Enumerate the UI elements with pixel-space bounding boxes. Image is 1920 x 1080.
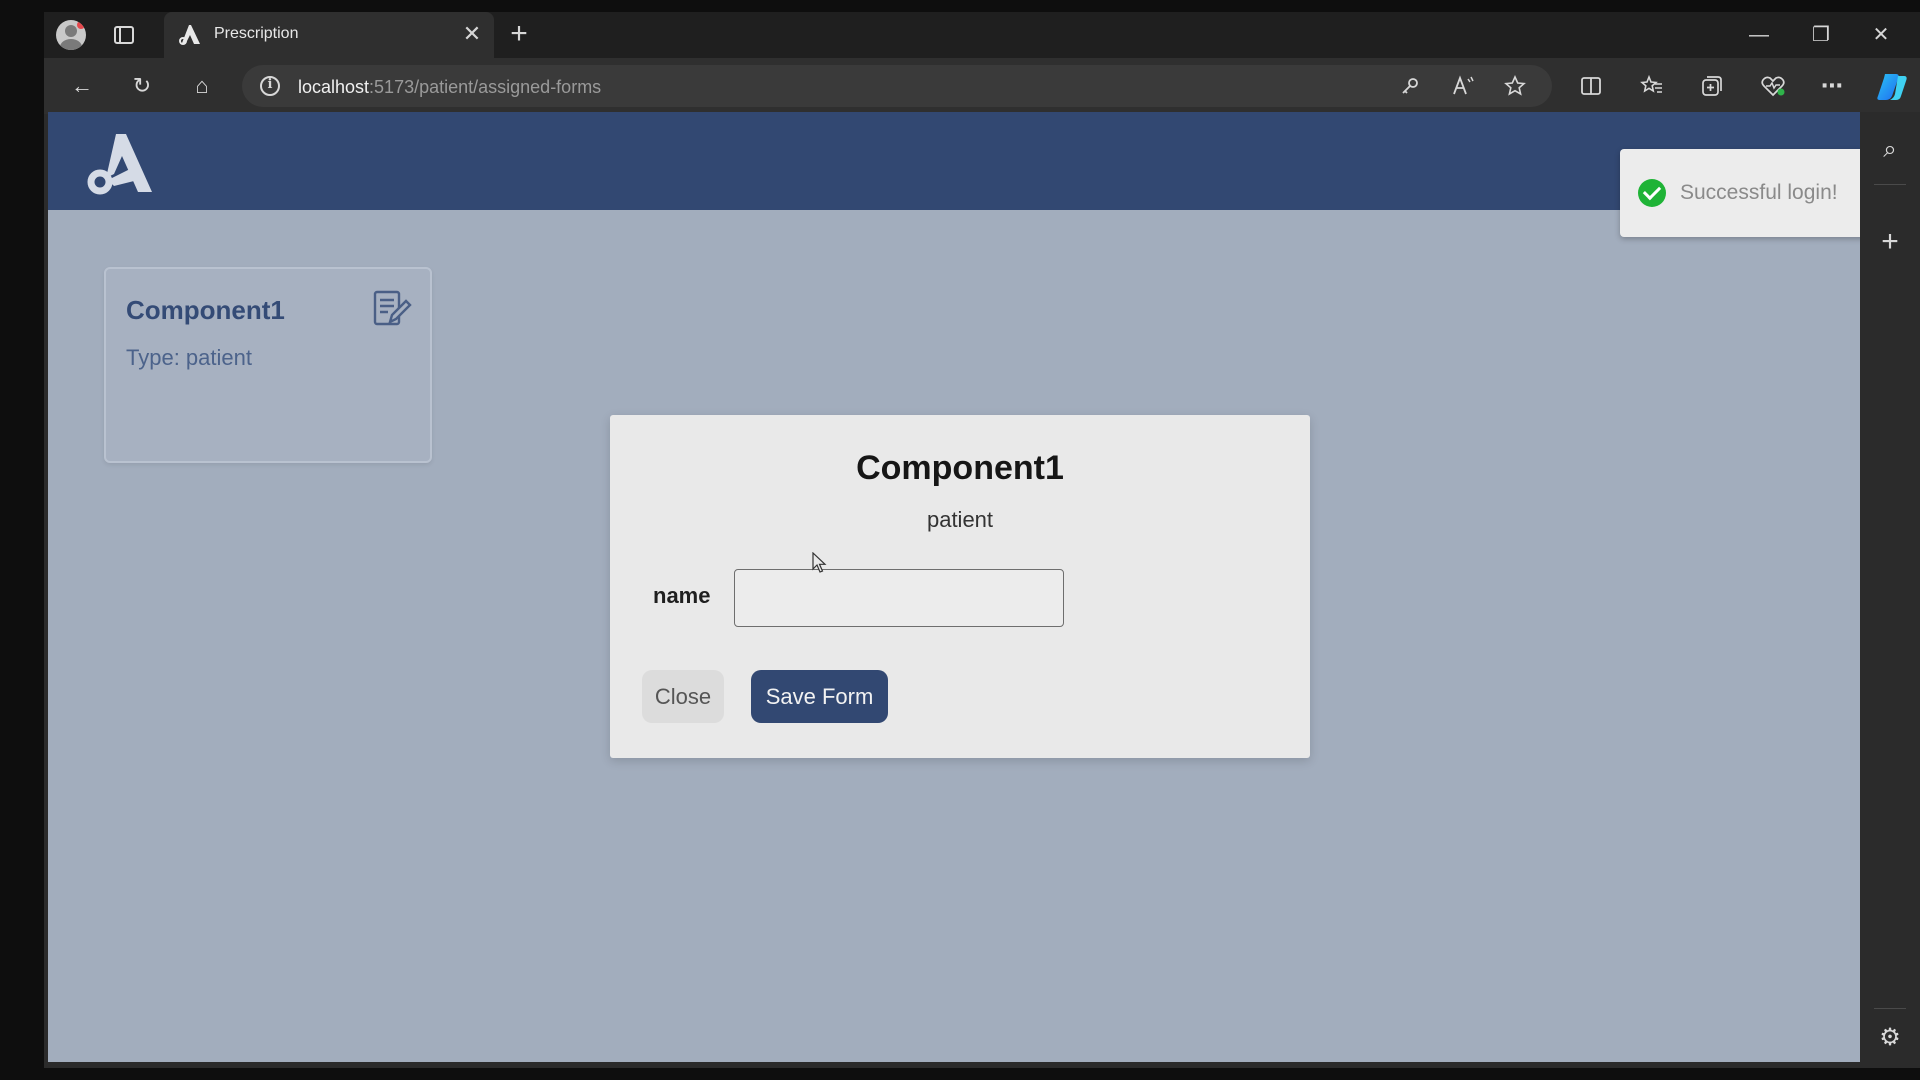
notification-dot <box>77 21 85 29</box>
tab-title: Prescription <box>214 25 299 42</box>
modal-subtitle: patient <box>926 507 994 532</box>
name-input[interactable] <box>734 569 1064 627</box>
home-button[interactable]: ⌂ <box>188 72 216 100</box>
key-icon[interactable] <box>1400 76 1420 96</box>
split-screen-icon[interactable] <box>1580 75 1602 97</box>
sidebar-divider <box>1874 184 1906 185</box>
card-title: Component1 <box>126 295 285 325</box>
tab-actions-icon[interactable] <box>114 26 134 44</box>
url-host: localhost <box>298 77 370 97</box>
success-check-icon <box>1638 179 1666 207</box>
address-bar[interactable]: localhost:5173/patient/assigned-forms <box>242 65 1552 107</box>
tab-close-icon[interactable]: ✕ <box>460 22 484 46</box>
collections-icon[interactable] <box>1700 74 1724 98</box>
sidebar-settings-icon[interactable]: ⚙ <box>1876 1024 1904 1052</box>
mouse-cursor-icon <box>812 552 827 573</box>
app-favicon-icon <box>179 25 200 45</box>
tab-prescription[interactable]: Prescription ✕ <box>164 12 494 58</box>
browser-window: Prescription ✕ + — ❐ ✕ ← ↻ ⌂ localhost:5… <box>44 12 1920 1068</box>
browser-essentials-icon[interactable] <box>1760 74 1786 98</box>
profile-avatar[interactable] <box>56 20 86 50</box>
form-card[interactable]: Component1 Type: patient <box>104 267 432 463</box>
copilot-icon[interactable] <box>1876 72 1908 102</box>
browser-sidebar: ⌕ + ⚙ <box>1860 112 1920 1068</box>
tab-strip: Prescription ✕ + — ❐ ✕ <box>44 12 1920 58</box>
url-text: localhost:5173/patient/assigned-forms <box>298 77 601 98</box>
sidebar-search-icon[interactable]: ⌕ <box>1876 136 1904 164</box>
modal-title: Component1 <box>856 449 1064 487</box>
favorites-icon[interactable] <box>1640 74 1664 98</box>
card-type: Type: patient <box>126 345 252 370</box>
sidebar-add-icon[interactable]: + <box>1876 227 1904 257</box>
favorite-star-icon[interactable] <box>1504 75 1526 97</box>
name-field-label: name <box>653 583 711 608</box>
page-viewport: Component1 Type: patient Component1 pati… <box>48 112 1860 1062</box>
sidebar-divider-bottom <box>1874 1008 1906 1009</box>
url-path: :5173/patient/assigned-forms <box>369 77 602 97</box>
toast-message: Successful login! <box>1680 181 1838 204</box>
form-modal: Component1 patient name Close Save Form <box>610 415 1310 758</box>
site-info-icon[interactable] <box>260 76 280 96</box>
minimize-button[interactable]: — <box>1744 22 1774 48</box>
new-tab-button[interactable]: + <box>506 19 532 49</box>
back-button[interactable]: ← <box>68 72 96 100</box>
profile-body-shape <box>60 39 82 50</box>
app-header <box>48 112 1860 210</box>
browser-toolbar: ← ↻ ⌂ localhost:5173/patient/assigned-fo… <box>44 58 1920 114</box>
window-close-button[interactable]: ✕ <box>1866 22 1896 48</box>
profile-head-shape <box>65 25 77 37</box>
app-logo-icon[interactable] <box>86 128 156 198</box>
save-form-button[interactable]: Save Form <box>751 670 888 723</box>
reload-button[interactable]: ↻ <box>128 72 156 100</box>
edit-form-icon[interactable] <box>372 289 412 329</box>
restore-button[interactable]: ❐ <box>1806 22 1836 48</box>
more-icon[interactable]: ⋯ <box>1818 72 1846 100</box>
read-aloud-icon[interactable] <box>1452 75 1476 97</box>
close-button[interactable]: Close <box>642 670 724 723</box>
